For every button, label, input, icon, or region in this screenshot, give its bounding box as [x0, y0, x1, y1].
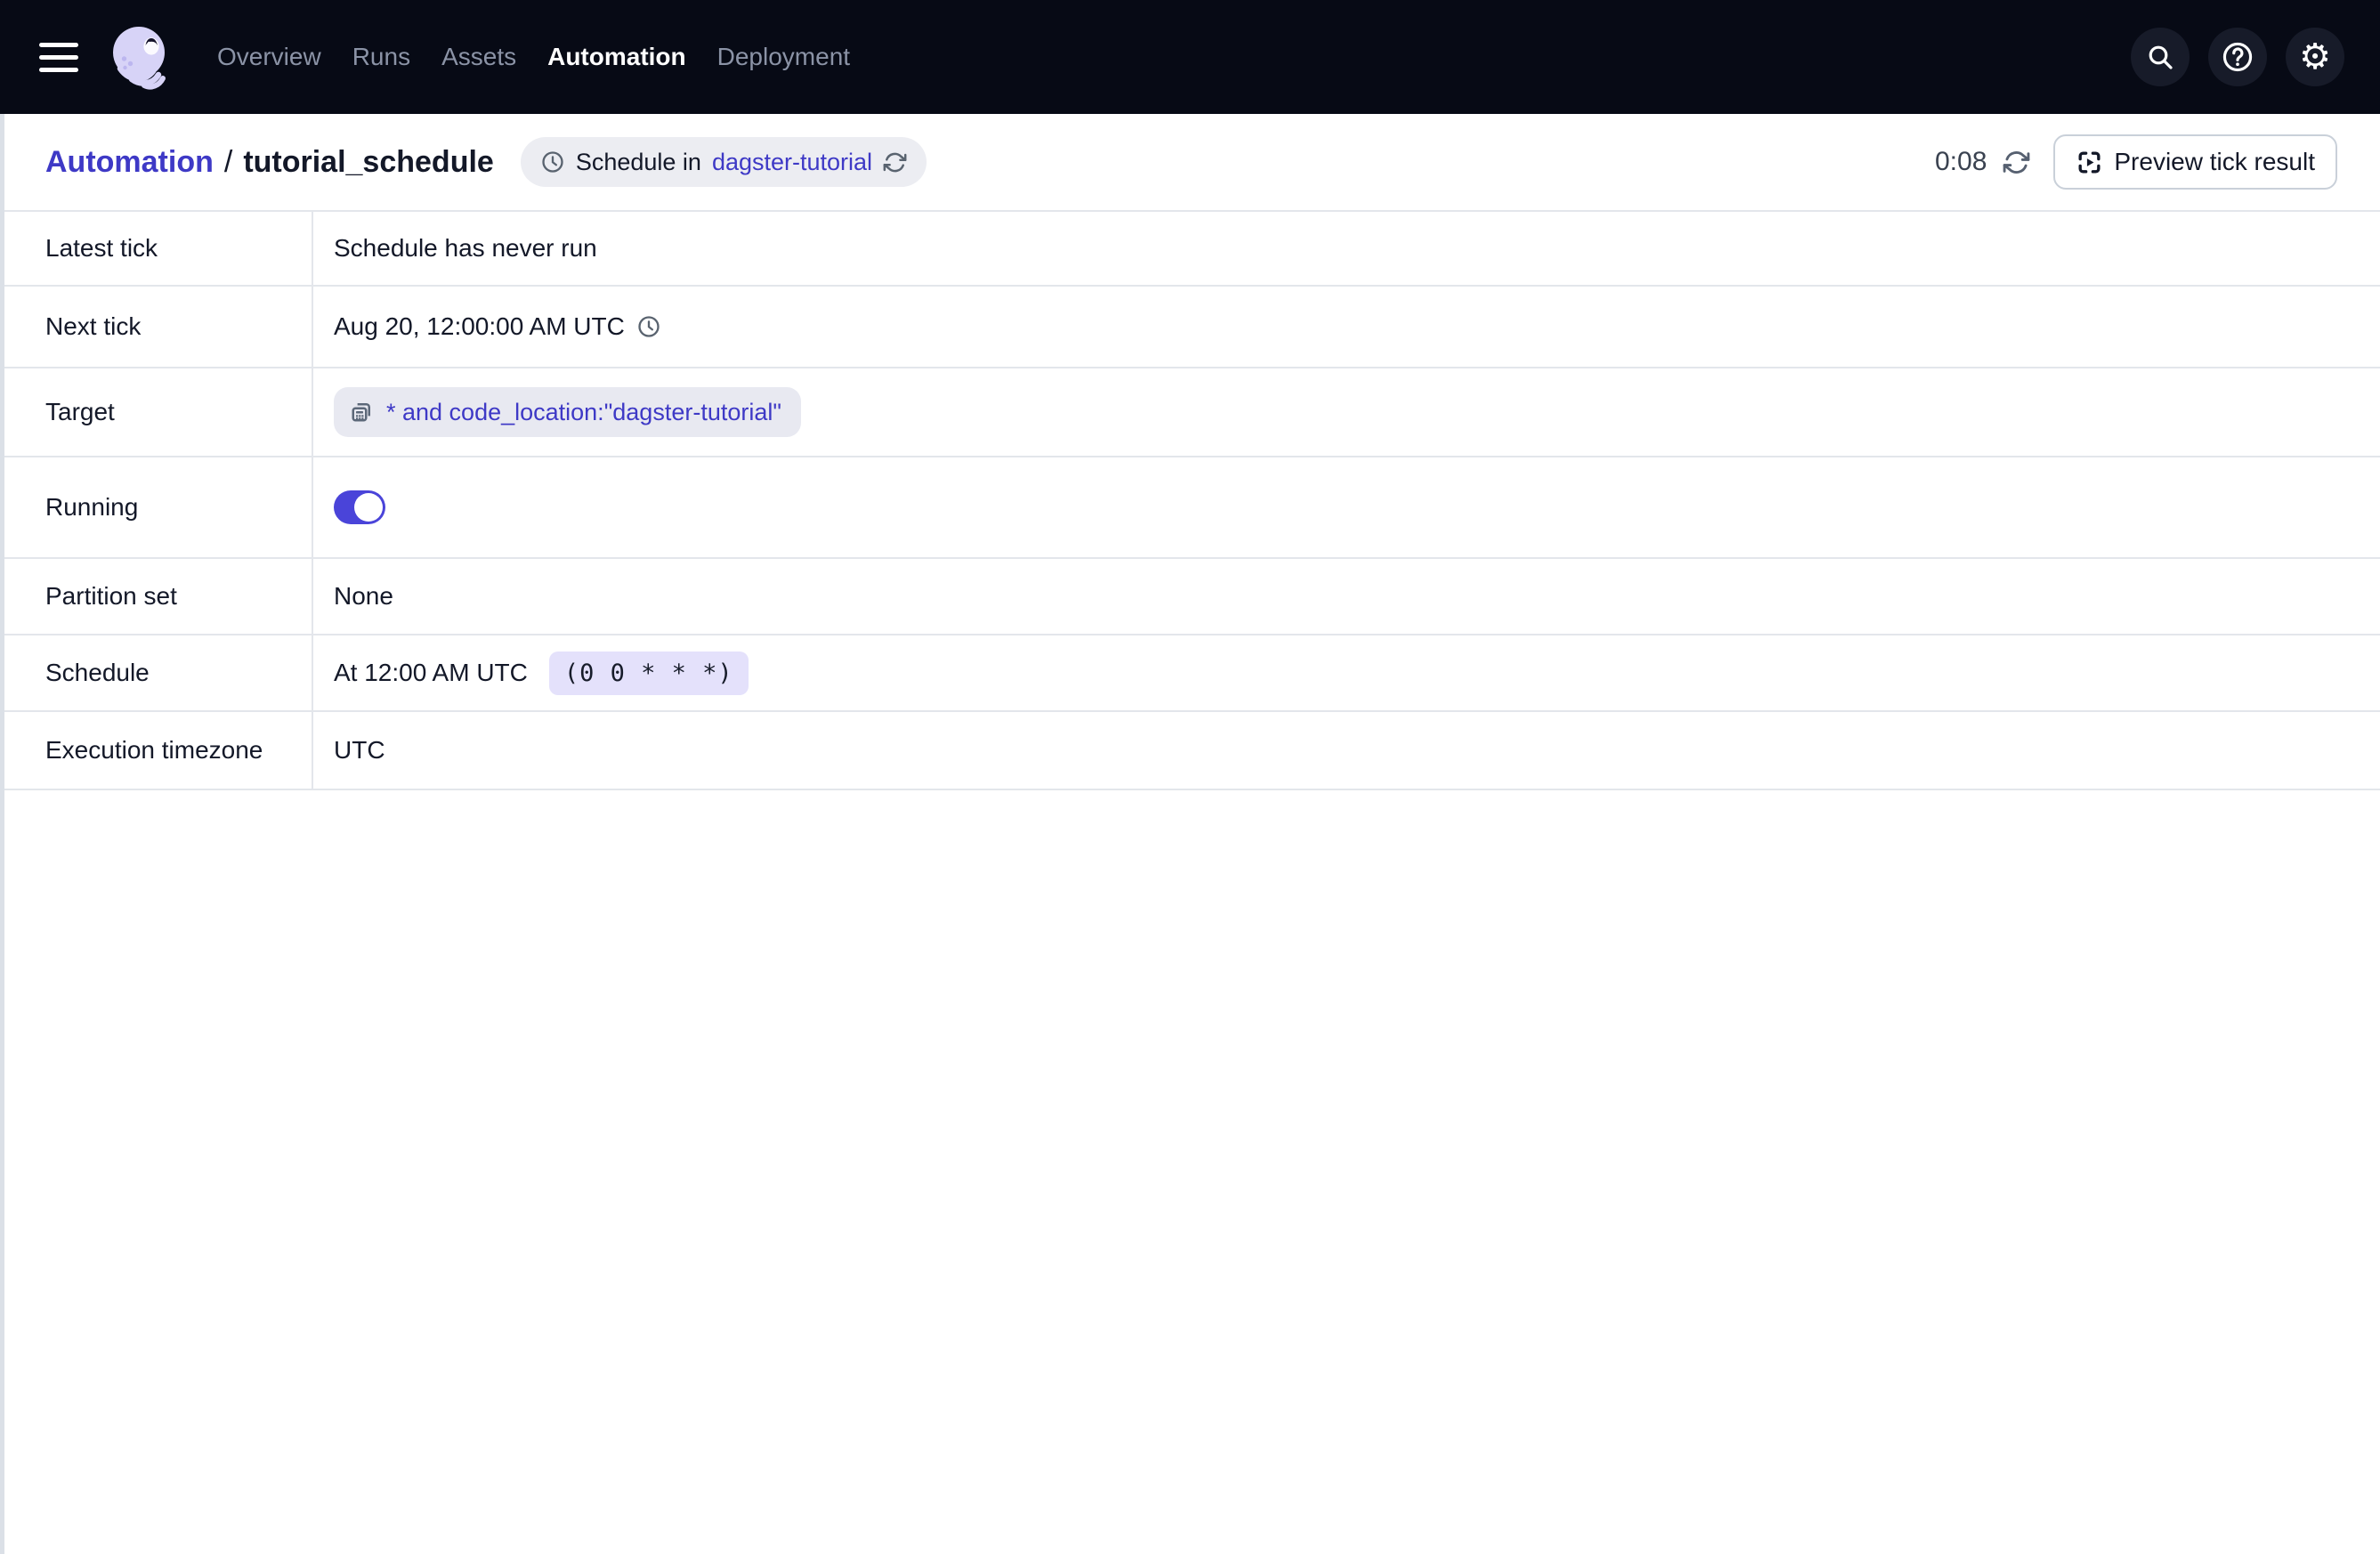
table-row-execution-timezone: Execution timezone UTC	[0, 712, 2380, 790]
header-right-controls: 0:08 Preview tick result	[1935, 134, 2337, 190]
table-row-target: Target * and code_location:"dagster-tuto…	[0, 368, 2380, 457]
nav-icon-buttons: ⚙	[2131, 28, 2344, 86]
table-row-running: Running	[0, 457, 2380, 559]
tick-countdown: 0:08	[1935, 147, 1987, 177]
page-header: Automation / tutorial_schedule Schedule …	[0, 114, 2380, 212]
schedule-value: At 12:00 AM UTC (0 0 * * *)	[313, 635, 2380, 710]
refresh-button[interactable]	[2003, 149, 2030, 176]
breadcrumb-separator: /	[224, 145, 232, 180]
schedule-text: At 12:00 AM UTC	[334, 659, 528, 687]
preview-tick-icon	[2076, 149, 2103, 176]
help-icon	[2221, 40, 2255, 74]
nav-link-overview[interactable]: Overview	[217, 43, 321, 71]
partition-set-text: None	[334, 582, 393, 611]
preview-tick-result-button[interactable]: Preview tick result	[2053, 134, 2337, 190]
breadcrumb: Automation / tutorial_schedule	[45, 145, 494, 180]
sync-icon[interactable]	[883, 150, 907, 174]
search-button[interactable]	[2131, 28, 2190, 86]
running-value	[313, 457, 2380, 557]
asset-selection-icon	[348, 399, 375, 425]
row-label: Execution timezone	[0, 712, 313, 789]
preview-button-label: Preview tick result	[2114, 148, 2315, 176]
execution-timezone-text: UTC	[334, 736, 385, 765]
clock-icon	[540, 150, 565, 174]
next-tick-text: Aug 20, 12:00:00 AM UTC	[334, 312, 625, 341]
search-icon	[2146, 43, 2174, 71]
row-label: Running	[0, 457, 313, 557]
cron-expression-badge: (0 0 * * *)	[549, 652, 749, 695]
row-label: Target	[0, 368, 313, 456]
nav-link-deployment[interactable]: Deployment	[717, 43, 850, 71]
latest-tick-text: Schedule has never run	[334, 234, 597, 263]
menu-icon	[39, 43, 78, 47]
partition-set-value: None	[313, 559, 2380, 634]
menu-button[interactable]	[39, 36, 82, 78]
running-toggle[interactable]	[334, 490, 385, 524]
page-title: tutorial_schedule	[243, 145, 494, 180]
row-label: Partition set	[0, 559, 313, 634]
execution-timezone-value: UTC	[313, 712, 2380, 789]
row-label: Schedule	[0, 635, 313, 710]
dagster-logo-icon[interactable]	[106, 22, 175, 92]
schedule-context-badge: Schedule in dagster-tutorial	[521, 137, 927, 187]
row-label: Latest tick	[0, 212, 313, 285]
next-tick-value: Aug 20, 12:00:00 AM UTC	[313, 287, 2380, 367]
toggle-knob	[354, 493, 383, 522]
table-row-schedule: Schedule At 12:00 AM UTC (0 0 * * *)	[0, 635, 2380, 712]
menu-icon	[39, 68, 78, 72]
target-selection-chip[interactable]: * and code_location:"dagster-tutorial"	[334, 387, 801, 437]
settings-button[interactable]: ⚙	[2286, 28, 2344, 86]
clock-icon	[636, 314, 661, 339]
target-selection-text: * and code_location:"dagster-tutorial"	[386, 399, 781, 426]
nav-link-automation[interactable]: Automation	[547, 43, 686, 71]
refresh-icon	[2003, 149, 2030, 176]
menu-icon	[39, 55, 78, 60]
table-row-next-tick: Next tick Aug 20, 12:00:00 AM UTC	[0, 287, 2380, 368]
code-location-link[interactable]: dagster-tutorial	[712, 149, 872, 176]
nav-link-assets[interactable]: Assets	[441, 43, 516, 71]
table-row-partition-set: Partition set None	[0, 559, 2380, 635]
row-label: Next tick	[0, 287, 313, 367]
latest-tick-value: Schedule has never run	[313, 212, 2380, 285]
gear-icon: ⚙	[2299, 39, 2331, 75]
context-badge-text: Schedule in	[576, 149, 701, 176]
top-nav: Overview Runs Assets Automation Deployme…	[0, 0, 2380, 114]
table-row-latest-tick: Latest tick Schedule has never run	[0, 212, 2380, 287]
schedule-details-table: Latest tick Schedule has never run Next …	[0, 212, 2380, 790]
help-button[interactable]	[2208, 28, 2267, 86]
breadcrumb-automation-link[interactable]: Automation	[45, 145, 214, 180]
left-edge-strip	[0, 114, 4, 1554]
target-value: * and code_location:"dagster-tutorial"	[313, 368, 2380, 456]
nav-link-runs[interactable]: Runs	[352, 43, 410, 71]
nav-links: Overview Runs Assets Automation Deployme…	[217, 43, 850, 71]
